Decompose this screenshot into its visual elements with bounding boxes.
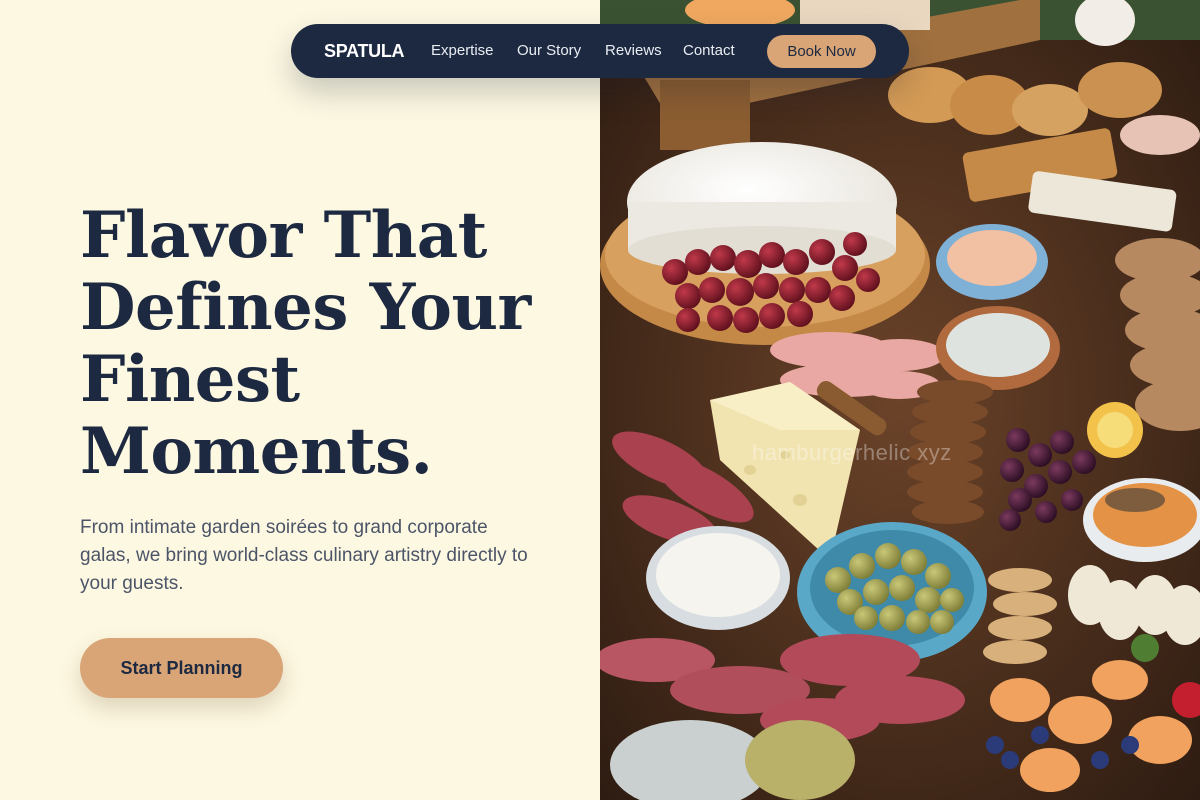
nav-link-our-story[interactable]: Our Story (517, 24, 581, 78)
nav-link-expertise[interactable]: Expertise (431, 24, 494, 78)
headline-line-3: Finest (80, 342, 300, 417)
nav-link-reviews[interactable]: Reviews (605, 24, 662, 78)
hero-text-panel: Flavor That Defines Your Finest Moments.… (0, 0, 600, 800)
headline-line-1: Flavor That (80, 198, 487, 273)
book-now-button[interactable]: Book Now (767, 35, 876, 68)
charcuterie-illustration (600, 0, 1200, 800)
hero-subtext: From intimate garden soirées to grand co… (80, 517, 528, 594)
headline-line-2: Defines Your (80, 270, 531, 345)
image-watermark: hamburgerhelic xyz (752, 440, 952, 465)
headline-line-4: Moments. (80, 414, 433, 489)
charcuterie-photo (600, 0, 1200, 800)
hero-headline: Flavor That Defines Your Finest Moments. (80, 200, 580, 488)
nav-link-contact[interactable]: Contact (683, 24, 735, 78)
start-planning-button[interactable]: Start Planning (80, 638, 283, 698)
top-navigation: SPATULA Expertise Our Story Reviews Cont… (291, 24, 909, 78)
brand-logo[interactable]: SPATULA (324, 24, 405, 78)
